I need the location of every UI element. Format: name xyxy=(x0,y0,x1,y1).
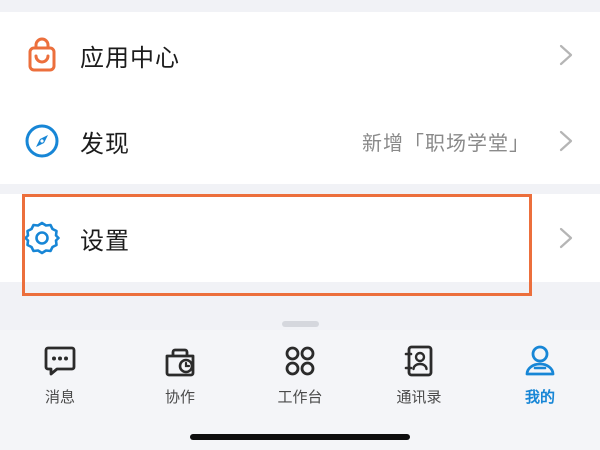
profile-icon xyxy=(523,344,557,382)
discover-hint: 新增「职场学堂」 xyxy=(362,130,530,155)
collaboration-icon xyxy=(163,344,197,382)
drag-handle[interactable] xyxy=(282,321,319,327)
tab-workbench[interactable]: 工作台 xyxy=(260,344,340,406)
app-center-label: 应用中心 xyxy=(80,43,180,72)
tab-contacts-label: 通讯录 xyxy=(396,388,442,406)
tab-me[interactable]: 我的 xyxy=(500,344,580,406)
chevron-right-icon xyxy=(558,129,574,153)
bottom-tab-bar: 消息 协作 工作台 通讯录 我的 xyxy=(0,330,600,450)
shopping-bag-icon xyxy=(24,37,60,73)
tab-collaboration-label: 协作 xyxy=(164,388,195,406)
menu-item-settings[interactable]: 设置 xyxy=(0,194,600,282)
contacts-icon xyxy=(402,344,436,382)
discover-label: 发现 xyxy=(80,129,130,158)
message-icon xyxy=(43,344,77,382)
menu-item-discover[interactable]: 发现 新增「职场学堂」 xyxy=(0,98,600,184)
chevron-right-icon xyxy=(558,226,574,250)
menu-item-app-center[interactable]: 应用中心 xyxy=(0,12,600,110)
tab-messages[interactable]: 消息 xyxy=(20,344,100,406)
compass-icon xyxy=(24,123,60,159)
tab-collaboration[interactable]: 协作 xyxy=(140,344,220,406)
gear-icon xyxy=(24,220,60,256)
chevron-right-icon xyxy=(558,43,574,67)
workbench-icon xyxy=(283,344,317,382)
tab-workbench-label: 工作台 xyxy=(277,388,323,406)
settings-label: 设置 xyxy=(80,226,130,255)
tab-contacts[interactable]: 通讯录 xyxy=(379,344,459,406)
home-indicator xyxy=(190,434,410,440)
top-band xyxy=(0,0,600,12)
tab-messages-label: 消息 xyxy=(44,388,75,406)
tab-me-label: 我的 xyxy=(524,388,555,406)
